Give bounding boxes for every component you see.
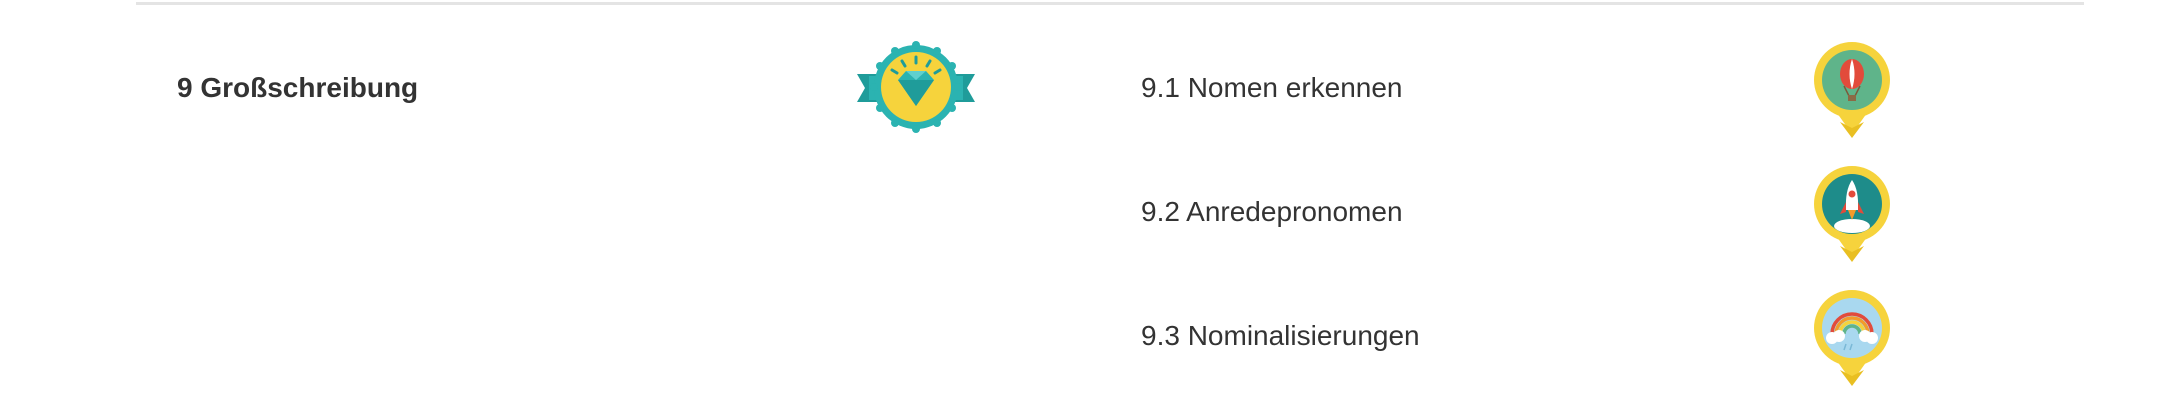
lesson-row[interactable]: 9.3 Nominalisierungen <box>0 248 2181 386</box>
lesson-row[interactable]: 9.2 Anredepronomen <box>0 124 2181 262</box>
lesson-row[interactable]: 9.1 Nomen erkennen <box>0 0 2181 138</box>
lesson-title[interactable]: 9.1 Nomen erkennen <box>1141 70 1403 106</box>
rainbow-medal-icon <box>1814 290 1890 386</box>
chapter-progress-panel: 9 Großschreibung 9.1 Nomen erkennen 9.2 … <box>0 0 2181 416</box>
lesson-title[interactable]: 9.3 Nominalisierungen <box>1141 318 1420 354</box>
lesson-title[interactable]: 9.2 Anredepronomen <box>1141 194 1403 230</box>
